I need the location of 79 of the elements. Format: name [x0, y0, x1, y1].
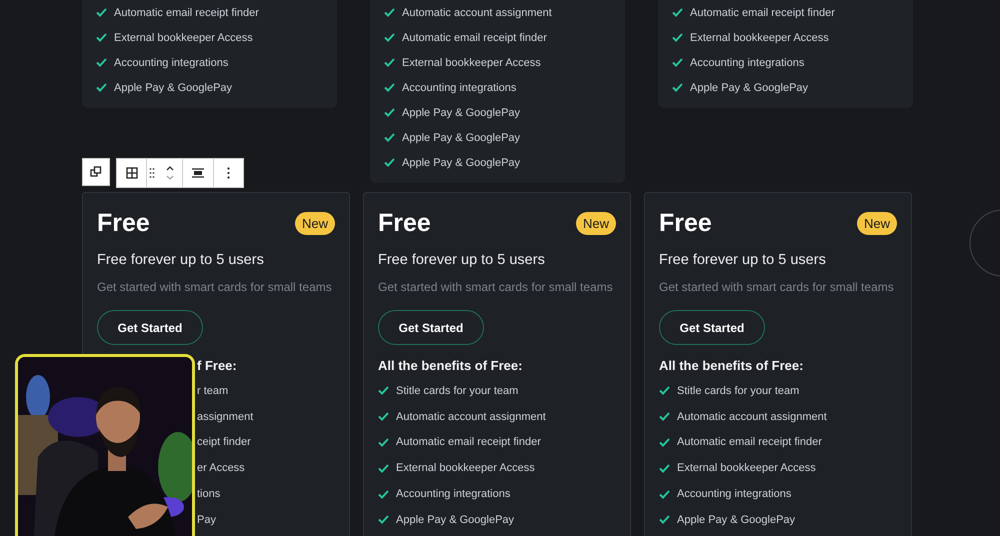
- check-icon: [378, 464, 389, 473]
- plan-description: Get started with smart cards for small teams: [659, 280, 895, 294]
- feature-text: Pay: [197, 514, 216, 526]
- feature-text: er Access: [197, 462, 245, 474]
- feature-text: Stitle cards for your team: [396, 384, 518, 397]
- check-icon: [659, 490, 670, 499]
- feature-text: External bookkeeper Access: [402, 56, 541, 68]
- feature-text: Accounting integrations: [677, 488, 792, 500]
- check-icon: [384, 108, 395, 117]
- plan-description: Get started with smart cards for small teams: [378, 280, 614, 294]
- check-icon: [672, 33, 683, 42]
- feature-text: Accounting integrations: [402, 82, 516, 94]
- check-icon: [659, 386, 670, 396]
- plan-subtitle: Free forever up to 5 users: [97, 252, 265, 268]
- feature-text: Automatic email receipt finder: [114, 6, 259, 18]
- feature-text: assignment: [197, 410, 254, 423]
- plan-title: Free: [659, 209, 712, 238]
- feature-text: Apple Pay & GooglePay: [690, 82, 808, 94]
- feature-text: Automatic email receipt finder: [396, 436, 541, 448]
- feature-text: Accounting integrations: [114, 56, 228, 68]
- check-icon: [378, 490, 389, 499]
- check-icon: [384, 33, 395, 42]
- feature-text: Accounting integrations: [396, 488, 510, 500]
- feature-text: Apple Pay & GooglePay: [402, 156, 520, 168]
- get-started-button[interactable]: Get Started: [378, 310, 484, 345]
- feature-text: External bookkeeper Access: [396, 462, 535, 474]
- check-icon: [672, 83, 683, 92]
- get-started-button[interactable]: Get Started: [97, 310, 203, 345]
- check-icon: [659, 438, 670, 447]
- feature-text: Automatic account assignment: [677, 410, 827, 423]
- check-icon: [659, 464, 670, 473]
- duplicate-icon[interactable]: [82, 158, 110, 186]
- check-icon: [672, 58, 683, 67]
- feature-text: tions: [197, 488, 220, 500]
- new-badge: New: [576, 212, 616, 235]
- check-icon: [96, 83, 107, 92]
- feature-text: Apple Pay & GooglePay: [396, 514, 514, 526]
- feature-text: External bookkeeper Access: [677, 462, 816, 474]
- get-started-button[interactable]: Get Started: [659, 310, 765, 345]
- check-icon: [672, 8, 683, 17]
- feature-text: External bookkeeper Access: [690, 32, 829, 44]
- benefits-heading: All the benefits of Free:: [378, 358, 524, 373]
- new-badge: New: [294, 212, 335, 235]
- benefits-heading: All the benefits of Free:: [659, 358, 804, 373]
- feature-text: Automatic email receipt finder: [690, 6, 835, 18]
- plan-subtitle: Free forever up to 5 users: [378, 252, 546, 268]
- feature-text: Automatic account assignment: [396, 410, 546, 423]
- feature-text: Apple Pay & GooglePay: [402, 132, 520, 144]
- new-badge: New: [856, 212, 897, 235]
- check-icon: [384, 158, 395, 167]
- feature-text: r team: [197, 384, 228, 397]
- check-icon: [378, 386, 389, 396]
- check-icon: [384, 83, 395, 92]
- check-icon: [384, 58, 395, 67]
- check-icon: [378, 412, 389, 422]
- plan-subtitle: Free forever up to 5 users: [659, 252, 827, 268]
- feature-text: Automatic email receipt finder: [402, 32, 547, 44]
- feature-text: Automatic email receipt finder: [677, 436, 822, 448]
- feature-text: Stitle cards for your team: [677, 384, 800, 397]
- feature-text: Apple Pay & GooglePay: [677, 514, 796, 526]
- plan-title: Free: [97, 209, 150, 238]
- plan-title: Free: [378, 209, 431, 238]
- check-icon: [384, 8, 395, 17]
- check-icon: [378, 515, 389, 524]
- check-icon: [96, 33, 107, 42]
- feature-text: Automatic account assignment: [402, 6, 552, 18]
- feature-text: Apple Pay & GooglePay: [114, 82, 232, 94]
- benefits-heading: f Free:: [196, 358, 238, 373]
- check-icon: [96, 58, 107, 67]
- check-icon: [378, 438, 389, 447]
- check-icon: [659, 515, 670, 524]
- feature-text: Accounting integrations: [690, 56, 804, 68]
- check-icon: [659, 412, 670, 422]
- check-icon: [384, 133, 395, 142]
- feature-text: ceipt finder: [197, 436, 251, 448]
- plan-description: Get started with smart cards for small teams: [97, 280, 333, 294]
- check-icon: [96, 8, 107, 17]
- feature-text: External bookkeeper Access: [114, 32, 253, 44]
- feature-text: Apple Pay & GooglePay: [402, 106, 520, 118]
